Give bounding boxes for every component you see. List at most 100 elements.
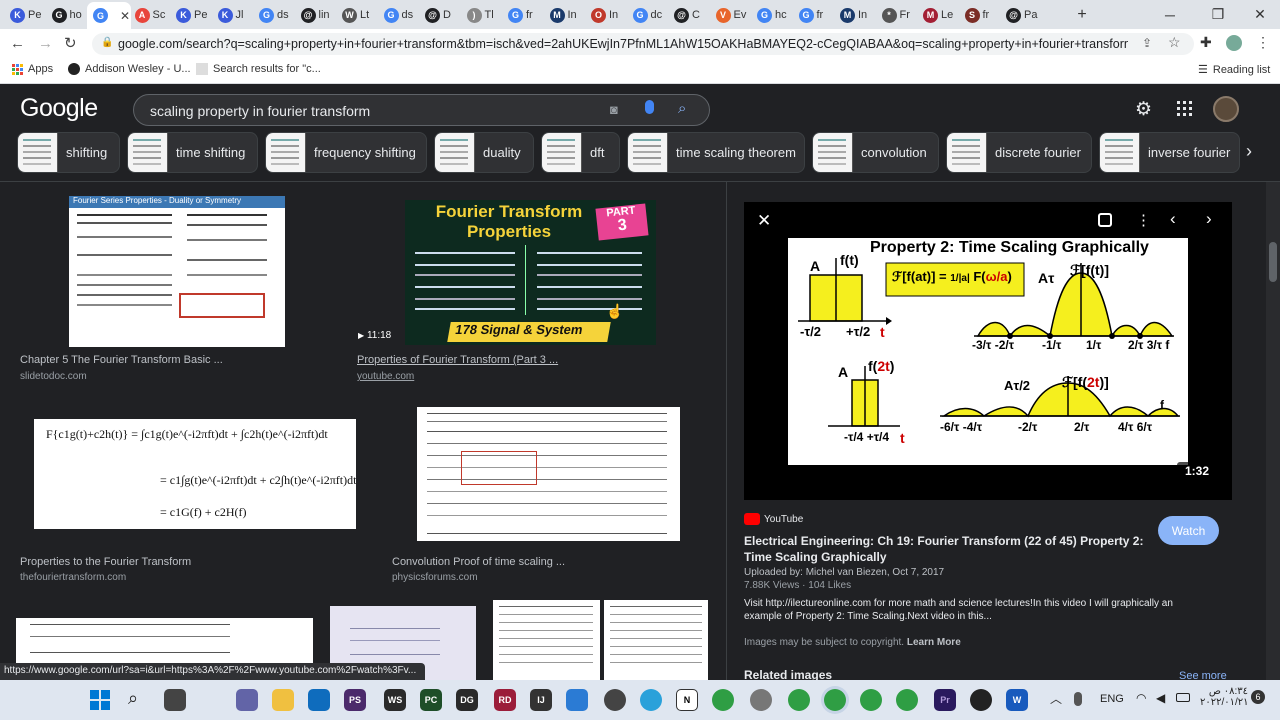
panel-title-continued[interactable]: Time Scaling Graphically — [744, 550, 887, 564]
bookmark-search-results[interactable]: Search results for "c... — [196, 63, 321, 75]
result-thumbnail-4[interactable] — [417, 407, 680, 541]
close-icon[interactable]: ✕ — [757, 211, 771, 231]
chip-shifting[interactable]: shifting — [17, 132, 120, 173]
previous-chevron-icon[interactable]: ‹ — [1170, 209, 1176, 229]
menu-dots-icon[interactable]: ⋮ — [1256, 34, 1270, 51]
chip-time-scaling-theorem[interactable]: time scaling theorem — [627, 132, 805, 173]
reload-icon[interactable]: ↻ — [64, 34, 77, 52]
maximize-button[interactable]: ❐ — [1196, 0, 1240, 29]
star-icon[interactable]: ☆ — [1168, 34, 1181, 51]
browser-tab[interactable]: K Jl — [212, 3, 253, 27]
browser-tab[interactable]: G ✕ — [87, 2, 131, 29]
result-thumbnail-2[interactable]: Fourier Transform Properties PART 3 178 S… — [405, 200, 656, 345]
page-scrollbar[interactable] — [1266, 182, 1280, 680]
windows-start-icon[interactable] — [90, 690, 110, 710]
mail-icon[interactable] — [308, 689, 330, 711]
result-site[interactable]: thefouriertransform.com — [20, 572, 126, 583]
search-input[interactable]: scaling property in fourier transform — [150, 103, 370, 119]
file-explorer-icon[interactable] — [272, 689, 294, 711]
browser-tab[interactable]: @ lin — [295, 3, 336, 27]
app-icon-rd[interactable]: RD — [494, 689, 516, 711]
telegram-icon[interactable] — [640, 689, 662, 711]
bookmark-addison-wesley[interactable]: Addison Wesley - U... — [68, 63, 191, 75]
browser-tab[interactable]: O In — [585, 3, 626, 27]
minimize-button[interactable]: ─ — [1148, 0, 1192, 29]
share-icon[interactable]: ⇪ — [1142, 36, 1152, 50]
app-icon-cloud[interactable] — [750, 689, 772, 711]
browser-tab[interactable]: ) Tl — [461, 3, 502, 27]
scrollbar-thumb[interactable] — [1269, 242, 1277, 282]
result-thumbnail-3[interactable]: F{c1g(t)+c2h(t)} = ∫c1g(t)e^(-i2πft)dt +… — [34, 419, 356, 529]
browser-tab[interactable]: Sfr — [959, 3, 1000, 27]
chrome-active-icon[interactable] — [824, 689, 846, 711]
search-box[interactable]: scaling property in fourier transform ◙ … — [133, 94, 710, 126]
result-title[interactable]: Properties of Fourier Transform (Part 3 … — [357, 354, 558, 366]
learn-more-link[interactable]: Learn More — [907, 637, 961, 648]
result-title[interactable]: Properties to the Fourier Transform — [20, 556, 191, 568]
word-icon[interactable]: W — [1006, 689, 1028, 711]
result-site[interactable]: physicsforums.com — [392, 572, 478, 583]
chip-convolution[interactable]: convolution — [812, 132, 939, 173]
language-indicator[interactable]: ENG — [1100, 693, 1124, 705]
notification-badge[interactable]: 6 — [1251, 690, 1265, 704]
bookmark-apps[interactable]: Apps — [12, 63, 53, 75]
teams-icon[interactable] — [236, 689, 258, 711]
chip-time-shifting[interactable]: time shifting — [127, 132, 258, 173]
app-icon-dev[interactable] — [566, 689, 588, 711]
chip-discrete-fourier[interactable]: discrete fourier — [946, 132, 1092, 173]
url-text[interactable]: google.com/search?q=scaling+property+in+… — [118, 37, 1128, 51]
app-icon-pc[interactable]: PC — [420, 689, 442, 711]
result-site[interactable]: slidetodoc.com — [20, 371, 87, 382]
taskbar-search-icon[interactable]: ⌕ — [128, 688, 138, 709]
panel-title[interactable]: Electrical Engineering: Ch 19: Fourier T… — [744, 534, 1143, 548]
battery-icon[interactable] — [1176, 693, 1190, 702]
microphone-tray-icon[interactable] — [1074, 692, 1082, 706]
browser-tab[interactable]: K Pe — [170, 3, 211, 27]
browser-tab[interactable]: Gds — [253, 3, 294, 27]
browser-tab[interactable]: Gdc — [627, 3, 668, 27]
browser-tab[interactable]: @ D — [419, 3, 460, 27]
browser-tab[interactable]: * Fr — [876, 3, 917, 27]
google-logo[interactable]: Google — [20, 94, 98, 123]
app-icon-obs[interactable] — [970, 689, 992, 711]
browser-tab[interactable]: Gds — [378, 3, 419, 27]
app-icon-ij[interactable]: IJ — [530, 689, 552, 711]
browser-tab[interactable]: M In — [834, 3, 875, 27]
browser-tab[interactable]: Gfr — [793, 3, 834, 27]
reading-list[interactable]: ☰ Reading list — [1198, 63, 1270, 77]
extensions-icon[interactable]: ✚ — [1200, 34, 1212, 51]
new-tab-button[interactable]: + — [1060, 0, 1104, 29]
close-window-button[interactable]: ✕ — [1238, 0, 1280, 29]
result-site[interactable]: youtube.com — [357, 371, 414, 382]
task-view-icon[interactable] — [164, 689, 186, 711]
browser-tab[interactable]: M Le — [917, 3, 958, 27]
chrome-icon[interactable] — [896, 689, 918, 711]
camera-icon[interactable]: ◙ — [610, 102, 618, 117]
next-chevron-icon[interactable]: › — [1206, 209, 1212, 229]
notion-icon[interactable]: N — [676, 689, 698, 711]
tray-chevron-icon[interactable]: ︿ — [1050, 690, 1062, 707]
back-arrow-icon[interactable]: ← — [10, 35, 25, 52]
browser-tab[interactable]: A Sc — [129, 3, 170, 27]
chip-dft[interactable]: dft — [541, 132, 620, 173]
chip-duality[interactable]: duality — [434, 132, 534, 173]
browser-tab[interactable]: M In — [544, 3, 585, 27]
app-icon-circle[interactable] — [604, 689, 626, 711]
account-avatar[interactable] — [1213, 96, 1239, 122]
result-title[interactable]: Chapter 5 The Fourier Transform Basic ..… — [20, 354, 223, 366]
browser-tab[interactable]: Gfr — [502, 3, 543, 27]
chip-inverse-fourier[interactable]: inverse fourier — [1099, 132, 1240, 173]
watch-button[interactable]: Watch — [1158, 516, 1219, 545]
result-thumbnail-1[interactable]: Fourier Series Properties - Duality or S… — [69, 196, 285, 347]
app-icon-dg[interactable]: DG — [456, 689, 478, 711]
browser-tab[interactable]: @ C — [668, 3, 709, 27]
result-title[interactable]: Convolution Proof of time scaling ... — [392, 556, 565, 568]
browser-tab[interactable]: K Pe — [4, 3, 45, 27]
browser-tab[interactable]: V Ev — [710, 3, 751, 27]
more-options-icon[interactable]: ⋮ — [1136, 211, 1151, 229]
browser-tab[interactable]: Gho — [46, 3, 87, 27]
premiere-icon[interactable]: Pr — [934, 689, 956, 711]
settings-gear-icon[interactable]: ⚙ — [1135, 98, 1152, 121]
app-icon-ps[interactable]: PS — [344, 689, 366, 711]
clock[interactable]: ٠٨:٣٤ ص ٢٠٢٢/٠١/٢١ — [1200, 686, 1249, 708]
